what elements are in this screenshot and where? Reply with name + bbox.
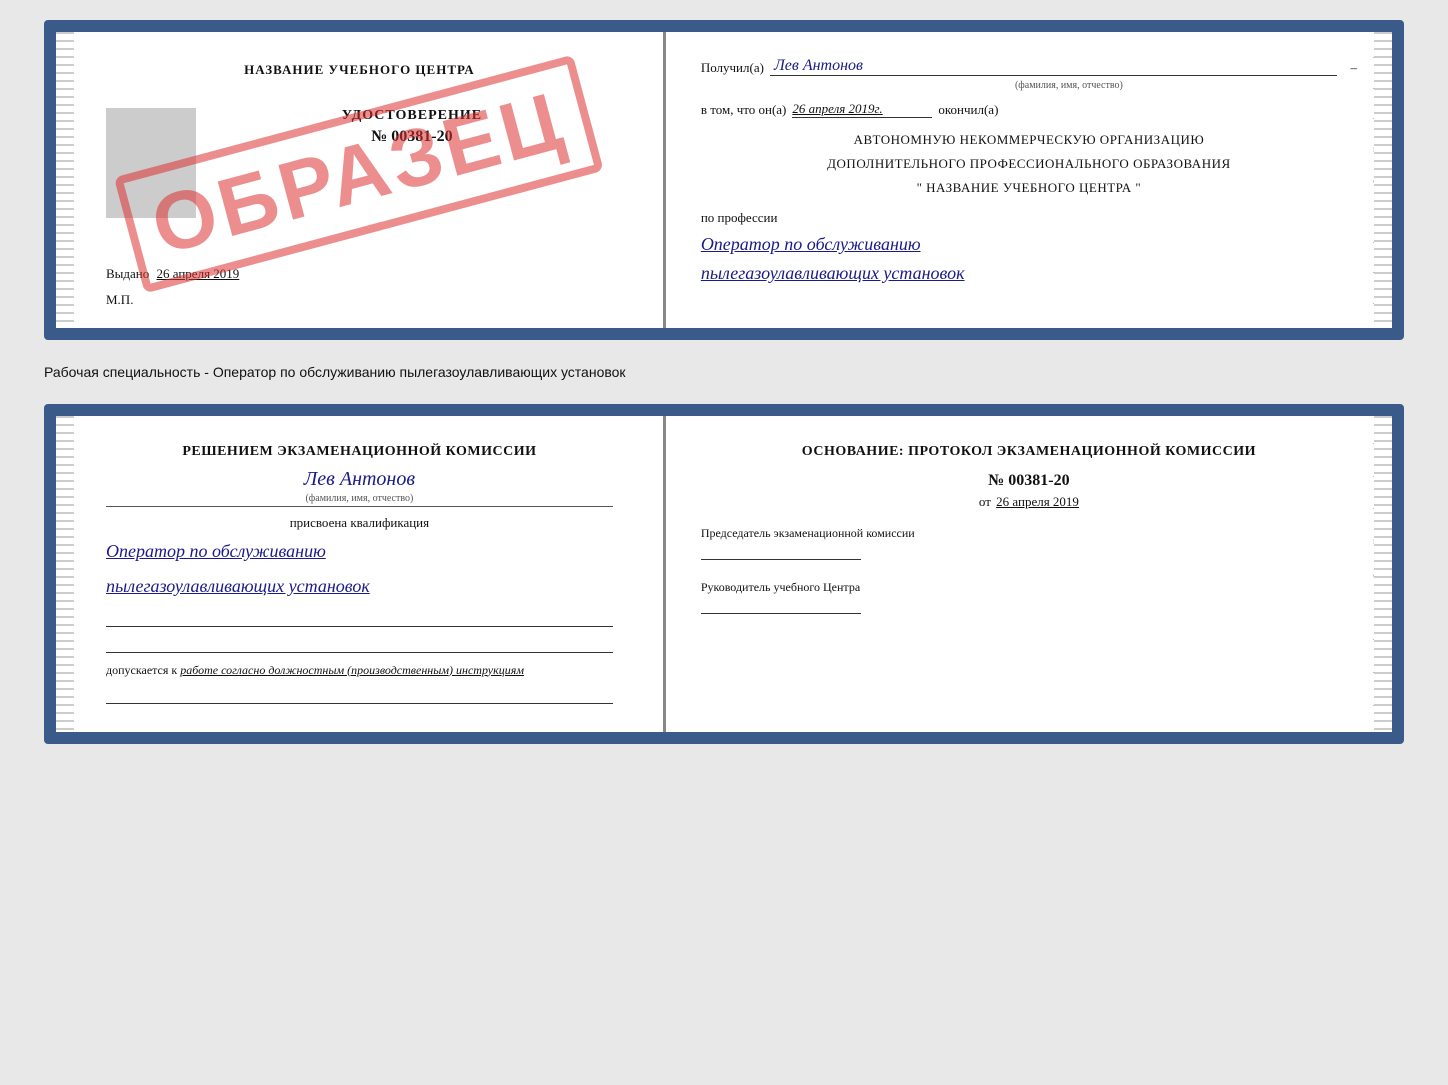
qual-line1: Оператор по обслуживанию bbox=[106, 537, 613, 566]
protocol-date-value: 26 апреля 2019 bbox=[996, 494, 1079, 509]
profession-block-top: по профессии Оператор по обслуживанию пы… bbox=[701, 210, 1357, 288]
komissia-name: Лев Антонов bbox=[106, 468, 613, 491]
profession-line1-top: Оператор по обслуживанию bbox=[701, 230, 1357, 259]
top-doc-right-panel: Получил(а) Лев Антонов – (фамилия, имя, … bbox=[666, 32, 1392, 328]
predsedatel-signature-line bbox=[701, 559, 861, 560]
poluchil-name: Лев Антонов bbox=[770, 57, 1337, 76]
blank-line-2 bbox=[106, 635, 613, 653]
komissia-sublabel: (фамилия, имя, отчество) bbox=[106, 493, 613, 507]
vydano-date: 26 апреля 2019 bbox=[157, 266, 240, 281]
bottom-doc-left-panel: Решением экзаменационной комиссии Лев Ан… bbox=[56, 416, 666, 732]
fio-sublabel-top: (фамилия, имя, отчество) bbox=[781, 80, 1357, 91]
predsedatel-label: Председатель экзаменационной комиссии bbox=[701, 526, 1357, 541]
top-document: НАЗВАНИЕ УЧЕБНОГО ЦЕНТРА УДОСТОВЕРЕНИЕ №… bbox=[44, 20, 1404, 340]
dopuskaetsya-value: работе согласно должностным (производств… bbox=[180, 663, 524, 677]
rukovoditel-block: Руководитель учебного Центра bbox=[701, 580, 1357, 614]
vydano-line: Выдано 26 апреля 2019 bbox=[106, 266, 613, 282]
vtom-line: в том, что он(а) 26 апреля 2019г. окончи… bbox=[701, 101, 1357, 118]
top-doc-left-panel: НАЗВАНИЕ УЧЕБНОГО ЦЕНТРА УДОСТОВЕРЕНИЕ №… bbox=[56, 32, 666, 328]
poluchil-line: Получил(а) Лев Антонов – bbox=[701, 57, 1357, 76]
udostoverenie-block: УДОСТОВЕРЕНИЕ № 00381-20 bbox=[106, 98, 613, 146]
bottom-document: Решением экзаменационной комиссии Лев Ан… bbox=[44, 404, 1404, 744]
osnovaniye-label: Основание: протокол экзаменационной коми… bbox=[701, 441, 1357, 462]
rukovoditel-label: Руководитель учебного Центра bbox=[701, 580, 1357, 595]
blank-line-3 bbox=[106, 686, 613, 704]
bottom-doc-right-panel: Основание: протокол экзаменационной коми… bbox=[666, 416, 1392, 732]
dopuskaetsya-block: допускается к работе согласно должностны… bbox=[106, 663, 613, 678]
mp-line: М.П. bbox=[106, 292, 613, 308]
qual-line2: пылегазоулавливающих установок bbox=[106, 572, 613, 601]
predsedatel-block: Председатель экзаменационной комиссии bbox=[701, 526, 1357, 560]
udostoverenie-number: № 00381-20 bbox=[211, 128, 613, 146]
center-name-top: НАЗВАНИЕ УЧЕБНОГО ЦЕНТРА bbox=[106, 62, 613, 78]
komissia-heading: Решением экзаменационной комиссии bbox=[106, 441, 613, 462]
photo-placeholder bbox=[106, 108, 196, 218]
middle-caption: Рабочая специальность - Оператор по обсл… bbox=[44, 356, 1404, 388]
profession-line2-top: пылегазоулавливающих установок bbox=[701, 259, 1357, 288]
org-block: АВТОНОМНУЮ НЕКОММЕРЧЕСКУЮ ОРГАНИЗАЦИЮ ДО… bbox=[701, 132, 1357, 196]
udostoverenie-title: УДОСТОВЕРЕНИЕ bbox=[211, 108, 613, 124]
blank-line-1 bbox=[106, 609, 613, 627]
rukovoditel-signature-line bbox=[701, 613, 861, 614]
prisvoena-label: присвоена квалификация bbox=[106, 515, 613, 531]
protocol-date: от 26 апреля 2019 bbox=[701, 494, 1357, 510]
spine-decoration-right bbox=[1374, 32, 1392, 328]
osnovaniye-block: Основание: протокол экзаменационной коми… bbox=[701, 441, 1357, 510]
protocol-num: № 00381-20 bbox=[701, 472, 1357, 490]
spine-decoration-right-bottom bbox=[1374, 416, 1392, 732]
